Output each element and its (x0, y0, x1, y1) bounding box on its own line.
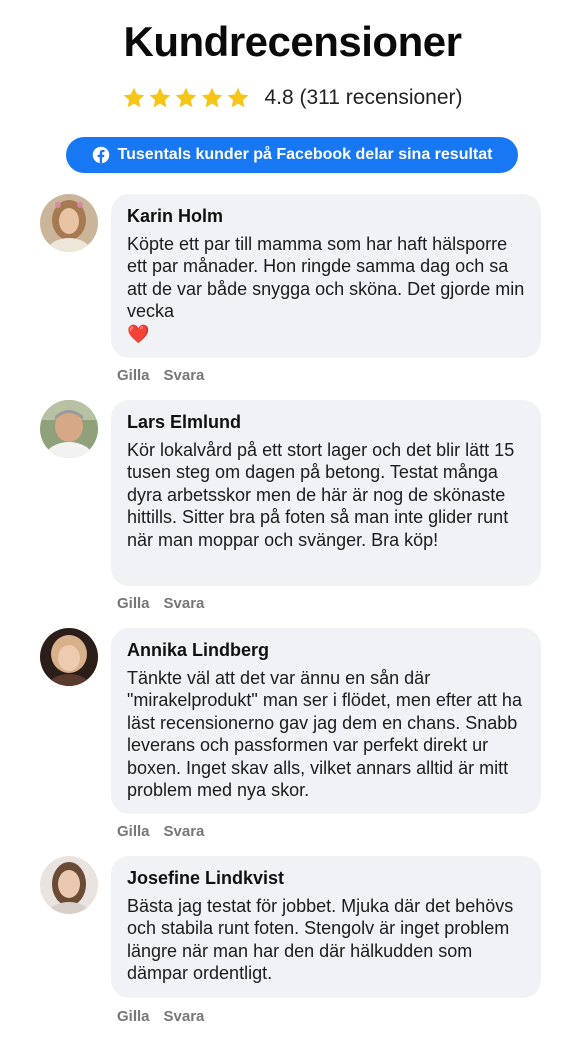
reviewer-name[interactable]: Josefine Lindkvist (127, 868, 525, 889)
reply-button[interactable]: Svara (164, 823, 205, 840)
star-rating (122, 86, 250, 110)
reviewer-name[interactable]: Annika Lindberg (127, 640, 525, 661)
avatar (40, 856, 98, 914)
avatar (40, 194, 98, 252)
like-button[interactable]: Gilla (117, 367, 150, 384)
comment-bubble: Josefine Lindkvist Bästa jag testat för … (111, 856, 541, 998)
review-text: Tänkte väl att det var ännu en sån där "… (127, 668, 522, 801)
star-icon (202, 87, 223, 108)
heart-icon: ❤️ (127, 323, 150, 344)
rating-summary: 4.8 (311 recensioner) (0, 86, 585, 110)
facebook-banner-label: Tusentals kunder på Facebook delar sina … (117, 146, 493, 163)
reviewer-name[interactable]: Karin Holm (127, 206, 525, 227)
star-icon (176, 87, 197, 108)
reviewer-name[interactable]: Lars Elmlund (127, 412, 525, 433)
comment-actions: Gilla Svara (117, 595, 204, 612)
like-button[interactable]: Gilla (117, 823, 150, 840)
star-icon (150, 87, 171, 108)
comment-actions: Gilla Svara (117, 823, 204, 840)
comment-actions: Gilla Svara (117, 1008, 204, 1025)
page-title: Kundrecensioner (123, 18, 462, 65)
like-button[interactable]: Gilla (117, 595, 150, 612)
avatar (40, 628, 98, 686)
review-text: Kör lokalvård på ett stort lager och det… (127, 440, 515, 550)
star-icon (124, 87, 145, 108)
comment-actions: Gilla Svara (117, 367, 204, 384)
comment-bubble: Karin Holm Köpte ett par till mamma som … (111, 194, 541, 358)
like-button[interactable]: Gilla (117, 1008, 150, 1025)
comment-bubble: Annika Lindberg Tänkte väl att det var ä… (111, 628, 541, 814)
avatar (40, 400, 98, 458)
reply-button[interactable]: Svara (164, 1008, 205, 1025)
review-text: Bästa jag testat för jobbet. Mjuka där d… (127, 896, 514, 984)
star-icon (228, 87, 249, 108)
review-text: Köpte ett par till mamma som har haft hä… (127, 233, 525, 345)
review-text-content: Köpte ett par till mamma som har haft hä… (127, 234, 525, 322)
reply-button[interactable]: Svara (164, 595, 205, 612)
comment-bubble: Lars Elmlund Kör lokalvård på ett stort … (111, 400, 541, 586)
facebook-banner[interactable]: Tusentals kunder på Facebook delar sina … (66, 137, 518, 173)
reply-button[interactable]: Svara (164, 367, 205, 384)
facebook-icon (92, 146, 109, 164)
rating-text: 4.8 (311 recensioner) (264, 86, 463, 109)
